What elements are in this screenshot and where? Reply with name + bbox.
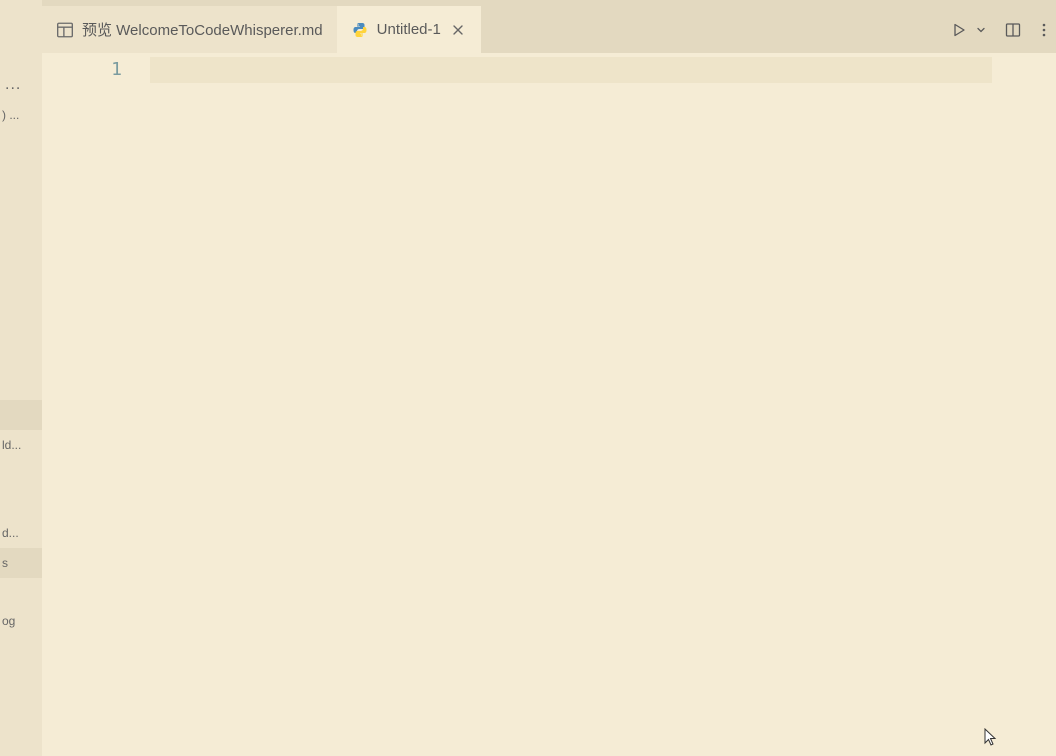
- tab-welcome-preview[interactable]: 预览 WelcomeToCodeWhisperer.md: [42, 6, 337, 53]
- sidebar-item-3[interactable]: ld...: [0, 430, 42, 460]
- tab-bar: 预览 WelcomeToCodeWhisperer.md Untitled-1: [42, 0, 1056, 53]
- sidebar-item-ellipsis[interactable]: ...: [0, 70, 42, 100]
- split-editor-button[interactable]: [1000, 17, 1026, 43]
- editor[interactable]: 1: [42, 53, 1056, 756]
- tab-untitled-1[interactable]: Untitled-1: [337, 6, 481, 53]
- sidebar-item-5[interactable]: s: [0, 548, 42, 578]
- sidebar-item-1[interactable]: ) ...: [0, 100, 42, 130]
- line-number: 1: [42, 57, 122, 83]
- sidebar-item-2[interactable]: [0, 400, 42, 430]
- main-area: 预览 WelcomeToCodeWhisperer.md Untitled-1: [42, 0, 1056, 756]
- tab-label: Untitled-1: [377, 21, 441, 38]
- sidebar-item-4[interactable]: d...: [0, 518, 42, 548]
- more-actions-button[interactable]: [1038, 17, 1050, 43]
- python-icon: [351, 21, 369, 39]
- current-line-highlight: [150, 57, 992, 83]
- close-icon[interactable]: [449, 21, 467, 39]
- run-button[interactable]: [946, 17, 972, 43]
- sidebar: ... ) ... ld... d... s og: [0, 0, 42, 756]
- preview-icon: [56, 21, 74, 39]
- sidebar-item-6[interactable]: og: [0, 606, 42, 636]
- tabbar-actions: [946, 6, 1056, 53]
- gutter: 1: [42, 53, 150, 756]
- code-area[interactable]: [150, 53, 1056, 756]
- tab-label: 预览 WelcomeToCodeWhisperer.md: [82, 19, 323, 40]
- chevron-down-icon[interactable]: [974, 17, 988, 43]
